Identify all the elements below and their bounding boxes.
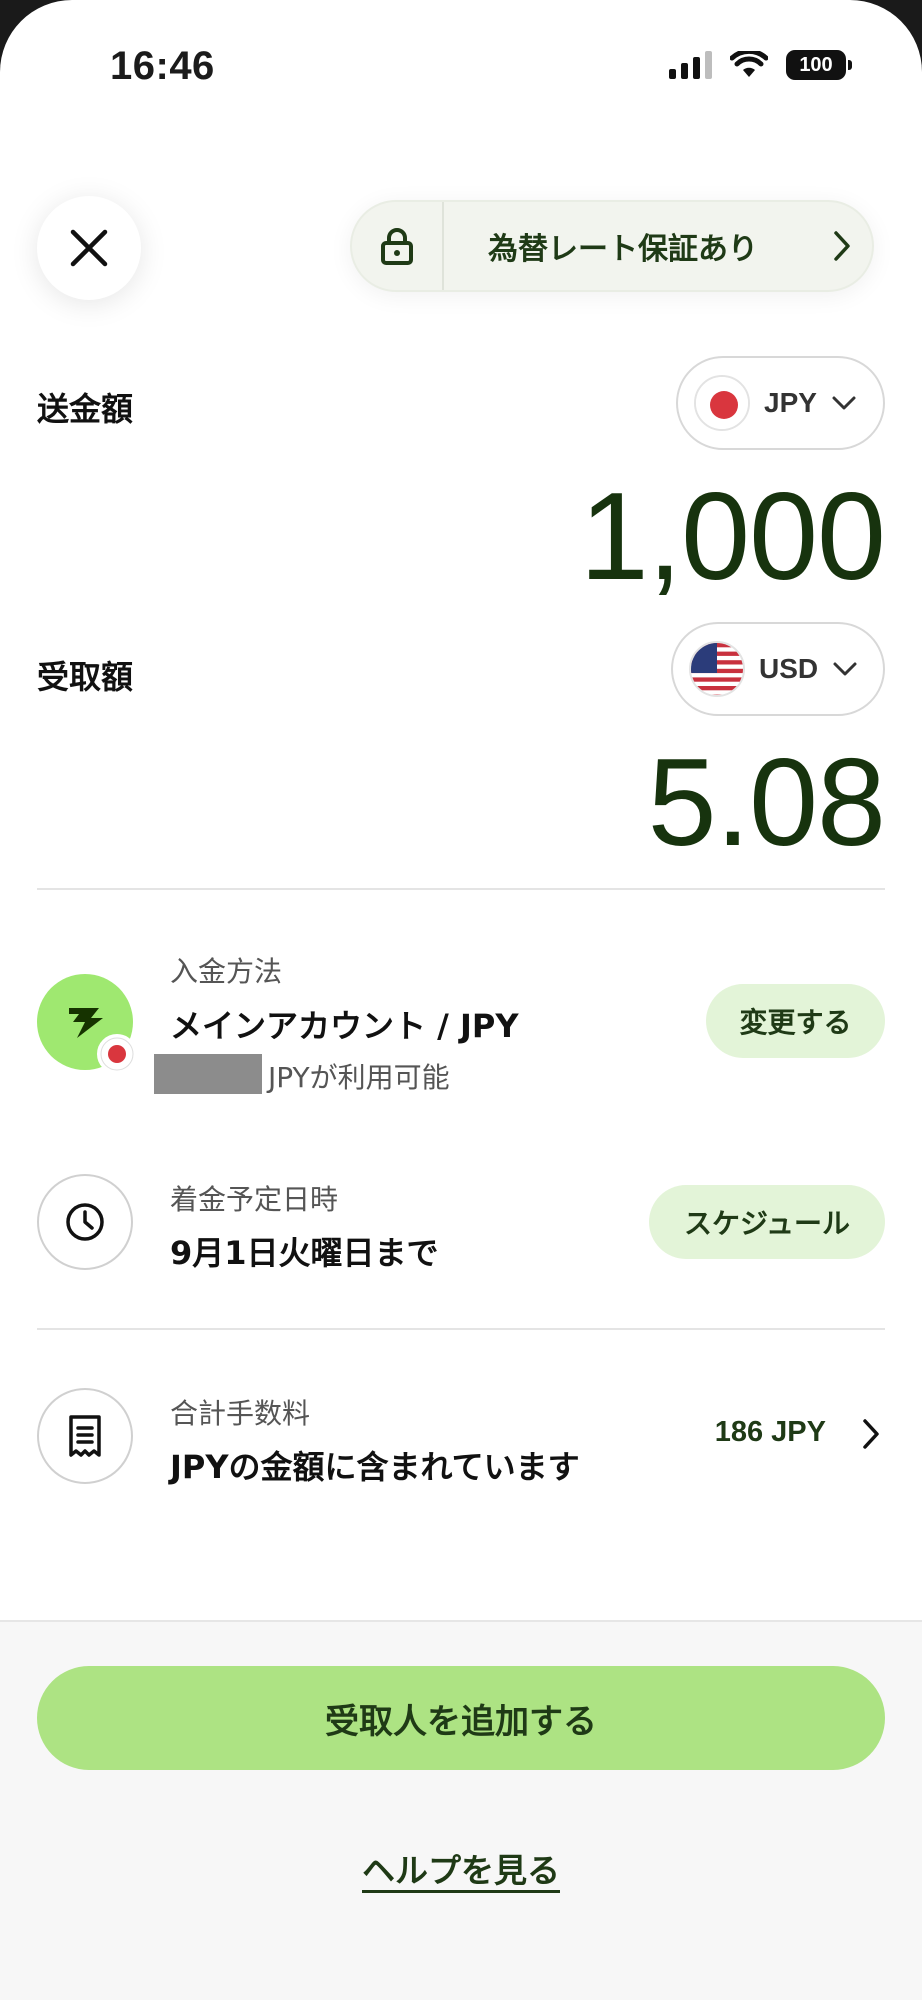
fees-caption: 合計手数料	[170, 1397, 311, 1430]
status-time: 16:46	[110, 44, 215, 88]
receive-currency-selector[interactable]: USD	[671, 622, 885, 716]
change-payment-button[interactable]: 変更する	[706, 984, 885, 1058]
fees-icon-circle	[37, 1388, 133, 1484]
japan-flag-icon	[694, 375, 750, 431]
redacted-balance	[154, 1054, 262, 1094]
add-recipient-button[interactable]: 受取人を追加する	[37, 1666, 885, 1770]
lock-icon	[381, 228, 413, 265]
receipt-icon	[69, 1415, 101, 1457]
payment-method-title: メインアカウント / JPY	[170, 1007, 519, 1045]
battery-icon: 100	[786, 50, 852, 80]
rate-chevron	[812, 230, 872, 262]
fees-title: JPYの金額に含まれています	[170, 1448, 580, 1486]
close-icon	[70, 229, 108, 267]
section-divider	[37, 1328, 885, 1330]
wise-account-avatar	[37, 974, 137, 1074]
chevron-down-icon	[832, 396, 856, 410]
close-button[interactable]	[37, 196, 141, 300]
status-icons: 100	[669, 50, 852, 80]
wise-logo-icon	[69, 1008, 103, 1038]
chevron-right-icon[interactable]	[862, 1418, 880, 1450]
send-currency-code: JPY	[764, 387, 817, 418]
receive-amount-input[interactable]: 5.08	[648, 732, 886, 874]
receive-currency-code: USD	[759, 653, 819, 684]
phone-screen: 16:46 100 為替レート保証あり 送金額 JPY 1,000 受取額 US…	[0, 0, 922, 2000]
japan-flag-icon	[97, 1034, 137, 1074]
rate-guarantee-label: 為替レート保証あり	[488, 232, 758, 267]
rate-guarantee-button[interactable]: 為替レート保証あり	[350, 200, 874, 292]
chevron-down-icon	[833, 662, 857, 676]
send-label: 送金額	[37, 390, 134, 428]
arrival-icon-circle	[37, 1174, 133, 1270]
send-amount-input[interactable]: 1,000	[580, 466, 886, 608]
chevron-right-icon	[834, 231, 850, 261]
rate-lock-section	[352, 202, 444, 290]
wifi-icon	[730, 51, 768, 77]
section-divider	[37, 888, 885, 890]
fees-value[interactable]: 186 JPY	[715, 1416, 826, 1449]
available-balance-text: JPYが利用可能	[268, 1061, 450, 1094]
help-link[interactable]: ヘルプを見る	[0, 1844, 922, 1892]
arrival-title: 9月1日火曜日まで	[170, 1234, 439, 1272]
payment-method-caption: 入金方法	[170, 955, 283, 988]
clock-icon	[66, 1203, 104, 1241]
arrival-caption: 着金予定日時	[170, 1183, 339, 1216]
send-currency-selector[interactable]: JPY	[676, 356, 885, 450]
signal-icon	[669, 51, 712, 79]
schedule-button[interactable]: スケジュール	[649, 1185, 885, 1259]
us-flag-icon	[689, 641, 745, 697]
receive-label: 受取額	[37, 658, 134, 696]
